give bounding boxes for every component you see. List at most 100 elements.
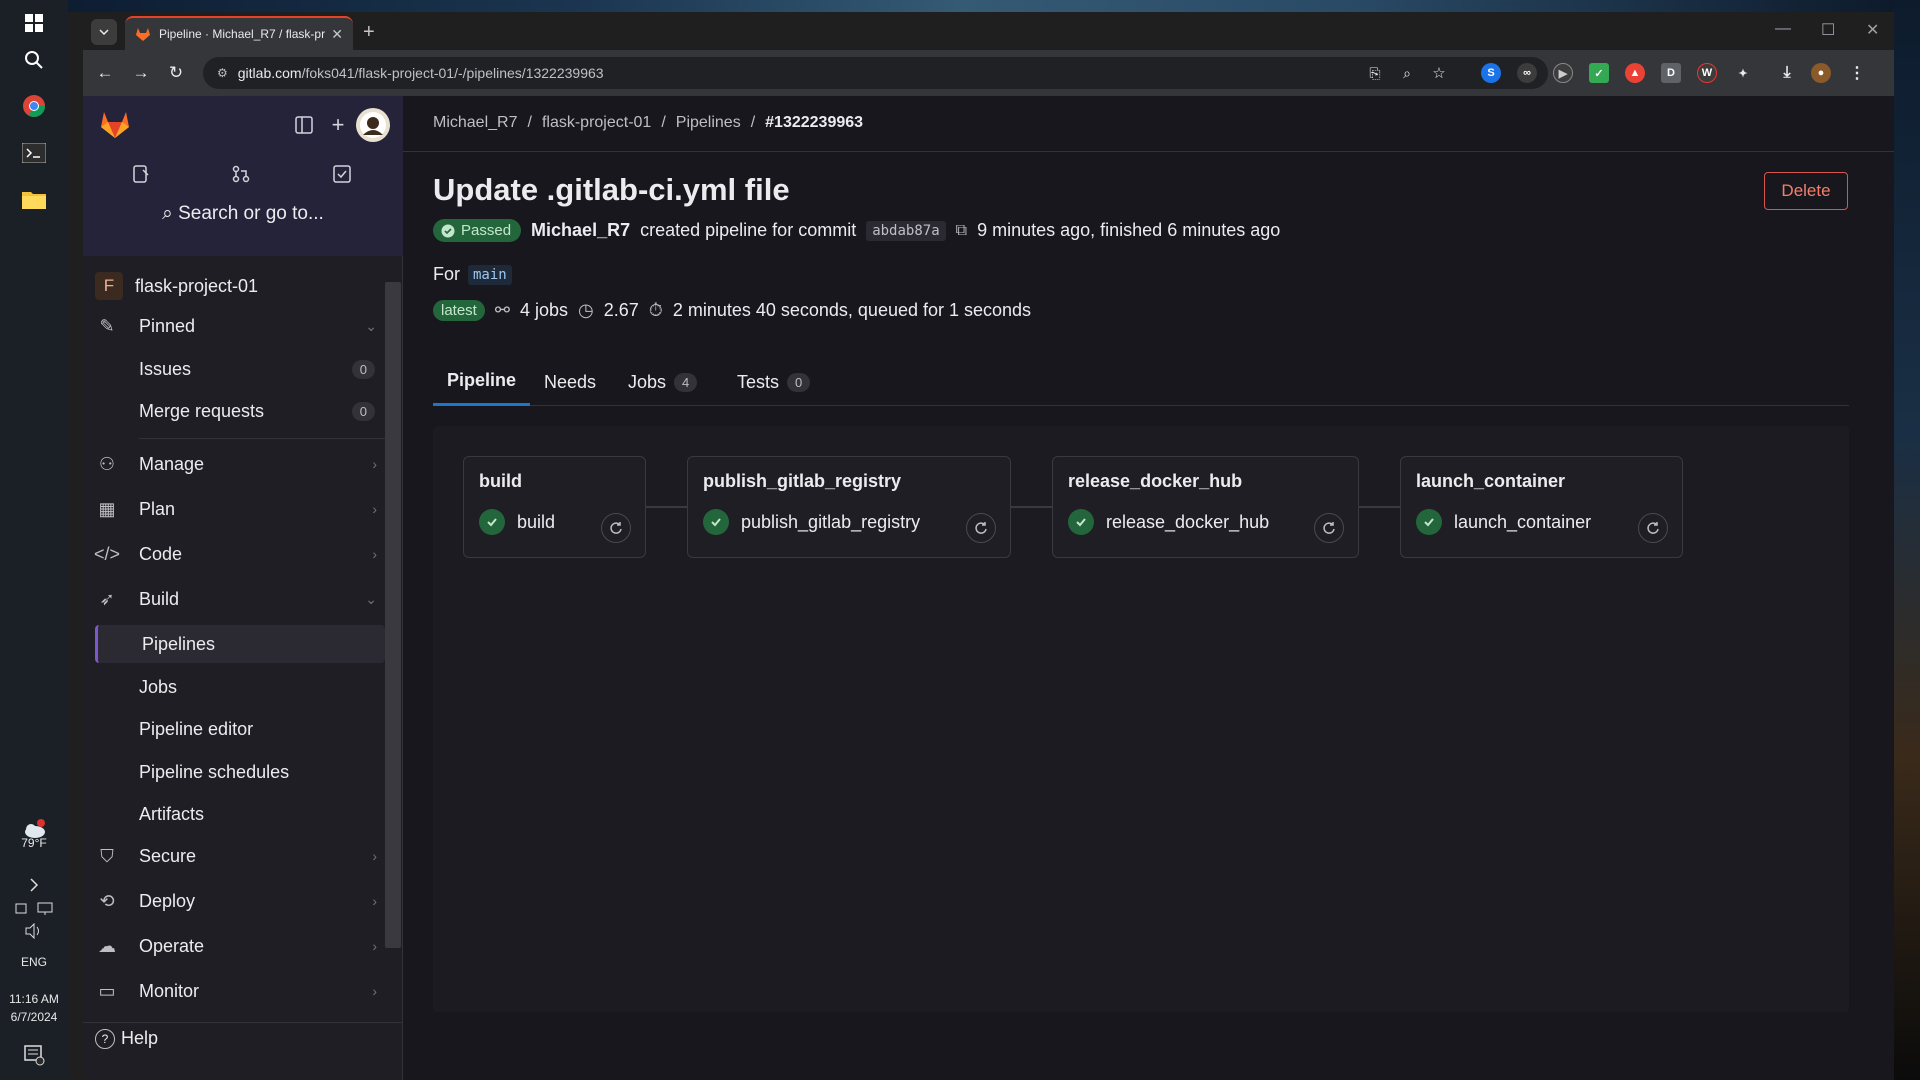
notifications-icon[interactable]: [19, 1040, 49, 1070]
search-or-go-to-button[interactable]: ⌕ Search or go to...: [83, 203, 403, 225]
retry-icon[interactable]: [1314, 513, 1344, 543]
extensions-puzzle-icon[interactable]: ✦: [1733, 63, 1753, 83]
tab-pipeline[interactable]: Pipeline: [433, 358, 531, 406]
extension-3-icon[interactable]: ▶: [1553, 63, 1573, 83]
job-launch-container[interactable]: launch_container: [1416, 509, 1591, 535]
language-indicator[interactable]: ENG: [0, 955, 68, 969]
sidebar-item-merge-requests[interactable]: Merge requests 0: [95, 392, 385, 430]
sidebar-item-secure[interactable]: ⛉ Secure ›: [95, 836, 385, 876]
breadcrumb-project[interactable]: flask-project-01: [542, 114, 651, 132]
minimize-icon[interactable]: —: [1775, 20, 1791, 38]
bookmark-star-icon[interactable]: ☆: [1427, 61, 1451, 85]
close-window-icon[interactable]: ✕: [1866, 20, 1879, 40]
extension-2-icon[interactable]: ∞: [1517, 63, 1537, 83]
file-explorer-icon[interactable]: [19, 184, 49, 214]
pipeline-tabs: Pipeline Needs Jobs 4 Tests 0: [433, 358, 1849, 406]
help-icon: ?: [95, 1028, 115, 1049]
sidebar-item-operate[interactable]: ☁ Operate ›: [95, 926, 385, 966]
browser-tab-active[interactable]: Pipeline · Michael_R7 / flask-pro ✕: [125, 16, 353, 50]
downloads-icon[interactable]: ⤓: [1777, 63, 1797, 83]
gitlab-logo-icon[interactable]: [97, 106, 133, 142]
extension-5-icon[interactable]: ▲: [1625, 63, 1645, 83]
windows-taskbar: 79°F ENG 11:16 AM 6/7/2024: [0, 0, 68, 1080]
search-icon: ⌕: [162, 203, 179, 224]
sidebar-item-pinned[interactable]: ✎ Pinned ⌄: [95, 306, 385, 346]
branch-link[interactable]: main: [468, 264, 512, 285]
chevron-right-icon: ›: [372, 848, 377, 864]
search-label: Search or go to...: [178, 203, 324, 224]
merge-requests-shortcut-icon[interactable]: [226, 159, 256, 189]
maximize-icon[interactable]: ☐: [1821, 20, 1835, 40]
browser-menu-icon[interactable]: ⋮: [1847, 63, 1867, 83]
sidebar-item-artifacts[interactable]: Artifacts: [95, 795, 385, 833]
sidebar-scrollbar[interactable]: [385, 282, 401, 948]
weather-temperature: 79°F: [21, 836, 47, 850]
zoom-icon[interactable]: ⌕: [1395, 61, 1419, 85]
sidebar-item-plan[interactable]: ▦ Plan ›: [95, 489, 385, 529]
desktop-wallpaper-right: [1893, 0, 1920, 1080]
tab-label: Pipeline: [447, 370, 517, 390]
tab-search-button[interactable]: [91, 19, 117, 45]
extension-1-icon[interactable]: S: [1481, 63, 1501, 83]
tab-needs[interactable]: Needs: [530, 358, 610, 406]
chrome-icon[interactable]: [19, 91, 49, 121]
sidebar-item-manage[interactable]: ⚇ Manage ›: [95, 444, 385, 484]
help-button[interactable]: ? Help: [95, 1028, 158, 1049]
sidebar-item-pipeline-schedules[interactable]: Pipeline schedules: [95, 753, 385, 791]
forward-icon[interactable]: →: [129, 61, 153, 85]
status-badge[interactable]: Passed: [433, 219, 522, 242]
project-link[interactable]: F flask-project-01: [95, 272, 258, 300]
profile-avatar-icon[interactable]: ●: [1811, 63, 1831, 83]
clock-time[interactable]: 11:16 AM: [0, 992, 68, 1006]
code-icon: </>: [93, 543, 121, 564]
tab-tests[interactable]: Tests 0: [723, 358, 824, 406]
new-tab-icon[interactable]: +: [363, 21, 375, 44]
back-icon[interactable]: ←: [93, 61, 117, 85]
retry-icon[interactable]: [966, 513, 996, 543]
delete-button[interactable]: Delete: [1764, 172, 1848, 210]
job-publish-gitlab-registry[interactable]: publish_gitlab_registry: [703, 509, 920, 535]
sidebar-item-pipelines[interactable]: Pipelines: [95, 625, 385, 663]
retry-icon[interactable]: [601, 513, 631, 543]
breadcrumb-divider: [403, 151, 1894, 152]
sidebar-item-label: Merge requests: [139, 400, 265, 421]
volume-icon[interactable]: [19, 916, 49, 946]
clock-date[interactable]: 6/7/2024: [0, 1010, 68, 1024]
tab-jobs[interactable]: Jobs 4: [614, 358, 711, 406]
windows-start-icon[interactable]: [19, 8, 49, 38]
copy-icon[interactable]: ⧉: [956, 222, 967, 240]
sidebar-item-code[interactable]: </> Code ›: [93, 534, 385, 574]
toggle-sidebar-icon[interactable]: [289, 110, 319, 140]
address-bar[interactable]: ⚙ gitlab.com /foks041/flask-project-01/-…: [203, 57, 1548, 89]
pipeline-author[interactable]: Michael_R7: [531, 220, 630, 241]
extension-7-icon[interactable]: W: [1697, 63, 1717, 83]
close-tab-icon[interactable]: ✕: [331, 26, 343, 43]
terminal-icon[interactable]: [19, 138, 49, 168]
extension-4-icon[interactable]: ✓: [1589, 63, 1609, 83]
job-build[interactable]: build: [479, 509, 555, 535]
sidebar-item-pipeline-editor[interactable]: Pipeline editor: [95, 710, 385, 748]
sidebar-item-monitor[interactable]: ▭ Monitor ›: [95, 971, 385, 1011]
breadcrumb-user[interactable]: Michael_R7: [433, 114, 517, 132]
todo-shortcut-icon[interactable]: [327, 159, 357, 189]
breadcrumb-pipelines[interactable]: Pipelines: [676, 114, 741, 132]
install-app-icon[interactable]: ⎘: [1363, 61, 1387, 85]
sidebar-item-issues[interactable]: Issues 0: [95, 350, 385, 388]
retry-icon[interactable]: [1638, 513, 1668, 543]
site-info-icon[interactable]: ⚙: [217, 66, 228, 80]
sidebar-item-jobs[interactable]: Jobs: [95, 668, 385, 706]
user-avatar[interactable]: [356, 108, 390, 142]
help-label: Help: [121, 1028, 159, 1048]
job-release-docker-hub[interactable]: release_docker_hub: [1068, 509, 1269, 535]
issues-shortcut-icon[interactable]: [126, 159, 156, 189]
sidebar-item-build[interactable]: ➶ Build ⌄: [95, 579, 385, 619]
breadcrumb-pipeline-id[interactable]: #1322239963: [765, 114, 863, 132]
sidebar-item-label: Manage: [139, 453, 205, 474]
extension-6-icon[interactable]: D: [1661, 63, 1681, 83]
job-name: build: [517, 511, 556, 532]
sidebar-item-deploy[interactable]: ⟲ Deploy ›: [95, 881, 385, 921]
reload-icon[interactable]: ↻: [164, 61, 188, 85]
create-new-icon[interactable]: +: [323, 110, 353, 140]
search-icon[interactable]: [19, 45, 49, 75]
commit-sha[interactable]: abdab87a: [866, 220, 946, 241]
